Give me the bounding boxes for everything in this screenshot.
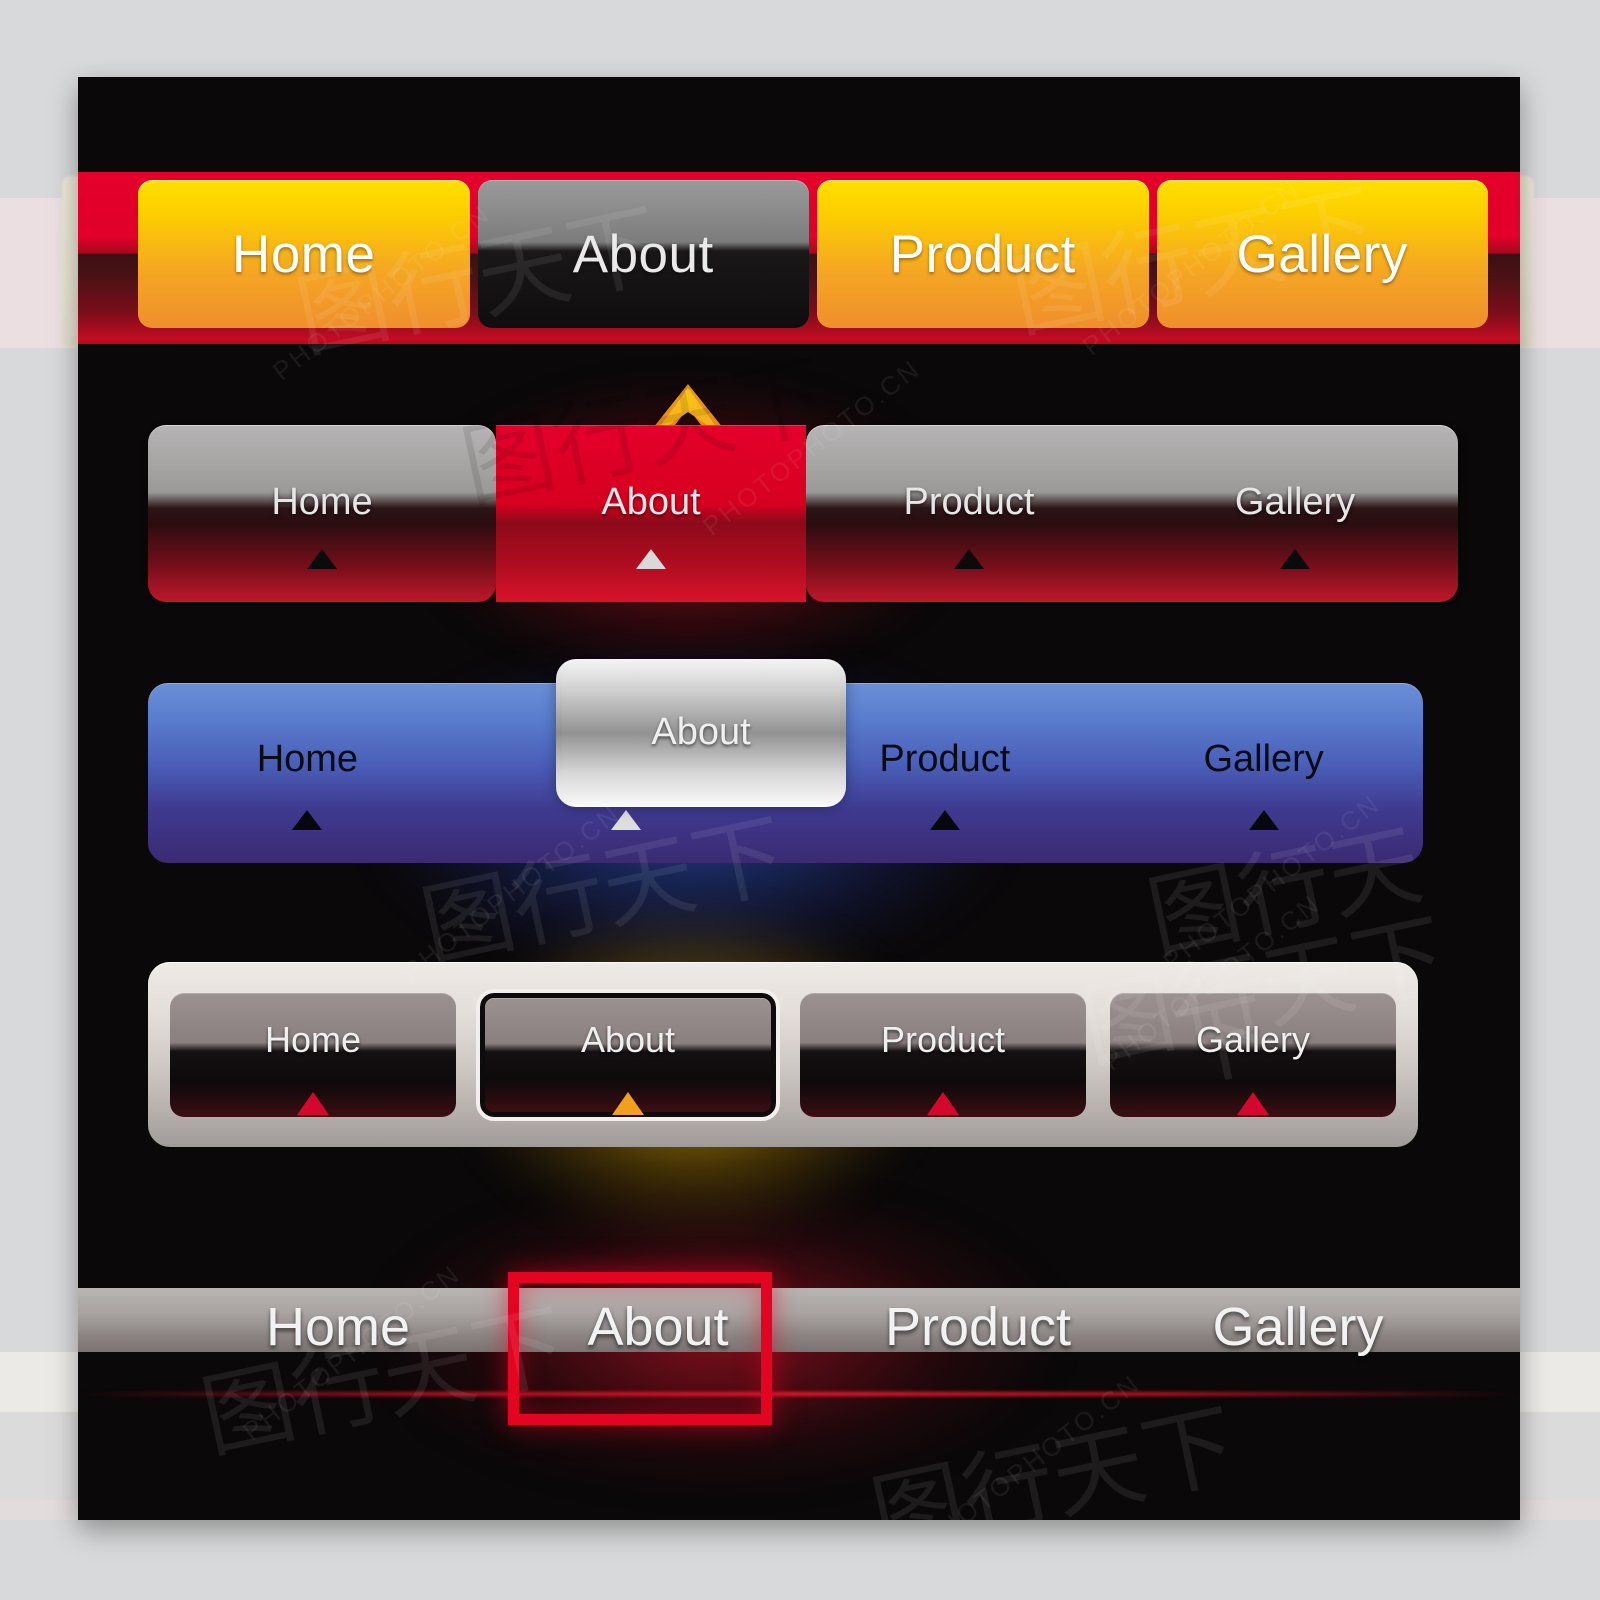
tab-label: Gallery: [1203, 738, 1324, 780]
triangle-up-icon: [926, 1083, 960, 1125]
tab-about-blue-bar-label: About: [651, 711, 751, 753]
tab-label: Product: [889, 224, 1076, 284]
tab-about-gray-bar[interactable]: About: [498, 1272, 818, 1382]
tab-about-silver-bar[interactable]: About: [476, 988, 780, 1121]
tab-label: Product: [879, 738, 1011, 780]
tab-label: Home: [265, 1297, 411, 1357]
nav-bar-gray-strip-labels: Home About Product Gallery: [178, 1272, 1458, 1382]
canvas-right-edge-highlight: [1518, 176, 1534, 348]
tab-label: Home: [256, 738, 359, 780]
tab-gallery-silver-bar[interactable]: Gallery: [1110, 992, 1396, 1117]
nav-bar-blue-purple: Home About Product Gallery: [148, 665, 1423, 863]
tab-label: Home: [264, 1018, 362, 1060]
triangle-up-icon: [929, 799, 961, 842]
tab-gallery-blue-bar[interactable]: Gallery: [1104, 683, 1423, 863]
tab-label: Product: [884, 1297, 1072, 1357]
tab-gallery-gray-bar[interactable]: Gallery: [1138, 1272, 1458, 1382]
tab-gallery-red-bar[interactable]: Gallery: [1132, 425, 1458, 602]
tab-label: Gallery: [1236, 224, 1408, 284]
tab-home-gray-bar[interactable]: Home: [178, 1272, 498, 1382]
triangle-up-icon: [296, 1083, 330, 1125]
triangle-up-icon: [611, 1083, 645, 1125]
tab-label: Product: [903, 480, 1035, 523]
tab-home-yellow[interactable]: Home: [138, 180, 470, 328]
nav-bar-red-glossy: Home About Product Gallery: [148, 425, 1458, 602]
tab-label: Gallery: [1212, 1297, 1384, 1357]
tab-product-silver-bar[interactable]: Product: [800, 992, 1086, 1117]
tab-home-blue-bar[interactable]: Home: [148, 683, 467, 863]
triangle-up-icon: [1248, 799, 1280, 842]
tab-product-gray-bar[interactable]: Product: [818, 1272, 1138, 1382]
triangle-up-icon: [635, 538, 667, 581]
dark-canvas: Home About Product Gallery Home About Pr…: [78, 77, 1520, 1520]
tab-label: Gallery: [1234, 480, 1356, 523]
tab-home-red-bar[interactable]: Home: [148, 425, 496, 602]
tab-label: Home: [232, 224, 376, 284]
gray-strip-red-underline: [78, 1392, 1520, 1396]
nav-bar-silver-shell: Home About Product Gallery: [148, 962, 1418, 1147]
triangle-up-icon: [1279, 538, 1311, 581]
tab-label: Home: [271, 480, 373, 523]
triangle-up-icon: [291, 799, 323, 842]
tab-product-red-bar[interactable]: Product: [806, 425, 1132, 602]
tab-label: Gallery: [1195, 1018, 1311, 1060]
tab-label: About: [587, 1297, 729, 1357]
tab-group-product-gallery-red-bar: Product Gallery: [806, 425, 1458, 602]
triangle-up-icon: [953, 538, 985, 581]
triangle-up-icon: [306, 538, 338, 581]
page-background: Home About Product Gallery Home About Pr…: [0, 0, 1600, 1600]
tab-label: About: [572, 224, 714, 284]
triangle-up-icon: [1236, 1083, 1270, 1125]
tab-about-red-bar[interactable]: About: [496, 425, 806, 602]
tab-gallery-yellow[interactable]: Gallery: [1156, 180, 1488, 328]
tab-label: Product: [880, 1018, 1006, 1060]
tab-product-yellow[interactable]: Product: [817, 180, 1149, 328]
tab-home-silver-bar[interactable]: Home: [170, 992, 456, 1117]
tab-label: About: [580, 1018, 676, 1060]
tab-about-yellow[interactable]: About: [477, 180, 809, 438]
nav-bar-yellow-tabs: Home About Product Gallery: [138, 180, 1488, 438]
tab-label: About: [601, 480, 701, 523]
